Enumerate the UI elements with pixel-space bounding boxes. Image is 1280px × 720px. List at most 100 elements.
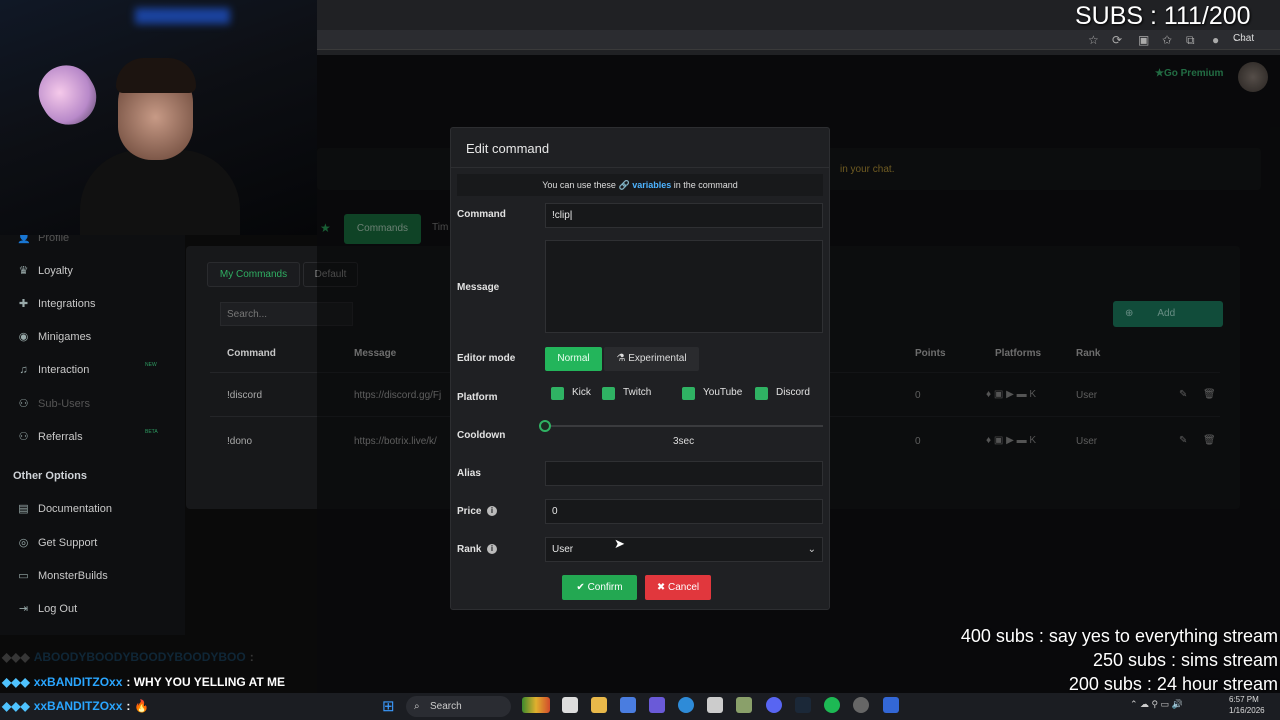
trophy-icon: ♛ bbox=[18, 265, 29, 277]
command-value: !clip bbox=[552, 210, 570, 221]
monitor-icon: ▭ bbox=[18, 570, 29, 582]
rank-selected-value: User bbox=[552, 544, 574, 555]
alias-label: Alias bbox=[457, 468, 481, 479]
sidebar-item-minigames[interactable]: ◉ Minigames bbox=[17, 330, 92, 344]
gamepad-icon: ◉ bbox=[18, 331, 29, 343]
cell-command: !discord bbox=[227, 390, 263, 401]
sidebar-item-label: Minigames bbox=[38, 330, 92, 343]
collections-icon[interactable]: ⧉ bbox=[1186, 33, 1195, 48]
sidebar-item-interaction[interactable]: ♫ Interaction bbox=[17, 364, 89, 376]
doc-icon: ▤ bbox=[18, 503, 29, 515]
clock-time[interactable]: 6:57 PM bbox=[1229, 695, 1259, 704]
sub-goal: 250 subs : sims stream bbox=[1092, 650, 1278, 670]
webcam-feed bbox=[0, 0, 317, 235]
copilot-chat-button[interactable]: Chat bbox=[1233, 33, 1254, 44]
store-icon[interactable] bbox=[707, 697, 723, 713]
close-icon: ✖ bbox=[656, 582, 666, 593]
steam-icon[interactable] bbox=[795, 697, 811, 713]
app-icon[interactable] bbox=[883, 697, 899, 713]
clock-date[interactable]: 1/16/2026 bbox=[1229, 706, 1265, 715]
variables-link[interactable]: 🔗 variables bbox=[618, 180, 671, 190]
kick-label: Kick bbox=[572, 387, 591, 398]
confirm-button[interactable]: ✔ Confirm bbox=[562, 575, 637, 600]
variables-link-label: variables bbox=[632, 180, 672, 190]
teams-icon[interactable] bbox=[649, 697, 665, 713]
alias-input[interactable] bbox=[545, 461, 823, 486]
price-label: Price bbox=[457, 506, 482, 517]
rank-label: Rank bbox=[457, 544, 482, 555]
badge-icons: ◆◆◆ bbox=[2, 699, 30, 713]
copilot-icon[interactable] bbox=[620, 697, 636, 713]
sidebar-item-documentation[interactable]: ▤ Documentation bbox=[17, 502, 112, 516]
obs-icon[interactable] bbox=[853, 697, 869, 713]
kick-checkbox[interactable] bbox=[551, 387, 564, 400]
modal-title: Edit command bbox=[466, 141, 550, 156]
youtube-checkbox[interactable] bbox=[682, 387, 695, 400]
variables-note: You can use these 🔗 variables in the com… bbox=[457, 174, 823, 196]
search-icon: ⌕ bbox=[414, 701, 420, 712]
led-light bbox=[135, 8, 230, 24]
info-icon[interactable]: i bbox=[487, 506, 497, 516]
edge-icon[interactable] bbox=[678, 697, 694, 713]
refresh-icon[interactable]: ⟳ bbox=[1112, 33, 1122, 47]
discord-label: Discord bbox=[776, 387, 810, 398]
sidebar-item-label: Integrations bbox=[38, 297, 96, 310]
badge-icons: ◆◆◆ bbox=[2, 675, 30, 689]
link-icon: 🔗 bbox=[618, 180, 630, 190]
twitch-label: Twitch bbox=[623, 387, 652, 398]
command-label: Command bbox=[457, 209, 506, 220]
address-bar[interactable] bbox=[317, 30, 1280, 50]
sidebar-item-monsterbuilds[interactable]: ▭ MonsterBuilds bbox=[17, 569, 107, 583]
sidebar-item-sub-users[interactable]: ⚇ Sub-Users bbox=[17, 397, 90, 411]
cooldown-slider-thumb[interactable] bbox=[539, 420, 551, 432]
streamer-body bbox=[80, 150, 240, 235]
discord-icon[interactable] bbox=[766, 697, 782, 713]
sidebar-item-get-support[interactable]: ◎ Get Support bbox=[17, 536, 98, 550]
app-icon[interactable] bbox=[736, 697, 752, 713]
col-command[interactable]: Command bbox=[227, 348, 276, 359]
taskbar-app-icon[interactable] bbox=[522, 697, 550, 713]
sidebar-item-label: Interaction bbox=[38, 364, 90, 376]
sidebar-item-integrations[interactable]: ✚ Integrations bbox=[17, 297, 96, 311]
cooldown-slider-track[interactable] bbox=[545, 425, 823, 427]
experimental-label: Experimental bbox=[628, 353, 687, 364]
sidebar-item-loyalty[interactable]: ♛ Loyalty bbox=[17, 264, 73, 278]
chat-message: ◆◆◆ ABOODYBOODYBOODYBOODYBOO: bbox=[2, 650, 254, 664]
task-view-icon[interactable] bbox=[562, 697, 578, 713]
windows-start-icon[interactable]: ⊞ bbox=[382, 697, 395, 715]
streamer-hair bbox=[116, 58, 196, 93]
twitch-checkbox[interactable] bbox=[602, 387, 615, 400]
mouse-cursor: ➤ bbox=[614, 536, 625, 551]
taskbar-search[interactable]: ⌕ Search bbox=[406, 696, 511, 717]
file-explorer-icon[interactable] bbox=[591, 697, 607, 713]
sub-goal: 400 subs : say yes to everything stream bbox=[960, 626, 1278, 646]
editor-mode-experimental-button[interactable]: ⚗ Experimental bbox=[604, 347, 699, 371]
sidebar-item-log-out[interactable]: ⇥ Log Out bbox=[17, 602, 77, 616]
beta-badge: BETA bbox=[145, 429, 158, 435]
split-icon[interactable]: ▣ bbox=[1138, 33, 1149, 47]
tray-icons[interactable]: ⌃ ☁ ⚲ ▭ 🔊 bbox=[1130, 699, 1183, 710]
cooldown-label: Cooldown bbox=[457, 430, 506, 441]
chat-text: : bbox=[126, 699, 131, 713]
favorites-icon[interactable]: ✩ bbox=[1162, 33, 1172, 47]
youtube-label: YouTube bbox=[703, 387, 743, 398]
star-icon[interactable]: ☆ bbox=[1088, 33, 1099, 47]
message-label: Message bbox=[457, 282, 500, 293]
spotify-icon[interactable] bbox=[824, 697, 840, 713]
command-input[interactable]: !clip| bbox=[545, 203, 823, 228]
rank-select[interactable]: User ⌄ bbox=[545, 537, 823, 562]
emote-icon: 🔥 bbox=[134, 699, 150, 713]
cancel-button[interactable]: ✖ Cancel bbox=[645, 575, 711, 600]
sidebar-item-label: Get Support bbox=[38, 536, 98, 549]
sidebar-item-label: Referrals bbox=[38, 430, 83, 443]
editor-mode-normal-button[interactable]: Normal bbox=[545, 347, 602, 371]
subtab-my-commands[interactable]: My Commands bbox=[207, 262, 300, 287]
info-icon[interactable]: i bbox=[487, 544, 497, 554]
message-textarea[interactable] bbox=[545, 240, 823, 333]
text-caret: | bbox=[569, 210, 573, 221]
price-input[interactable]: 0 bbox=[545, 499, 823, 524]
flask-icon: ⚗ bbox=[616, 353, 626, 364]
discord-checkbox[interactable] bbox=[755, 387, 768, 400]
profile-icon[interactable]: ● bbox=[1212, 33, 1219, 47]
sidebar-item-referrals[interactable]: ⚇ Referrals bbox=[17, 430, 83, 444]
